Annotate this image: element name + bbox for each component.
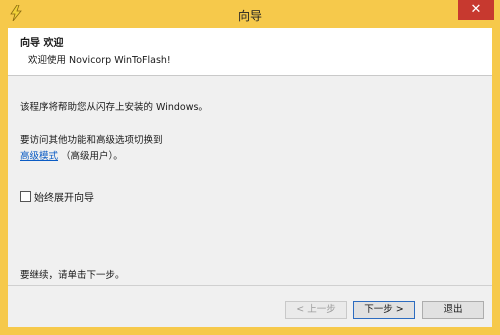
- advanced-mode-text: 要访问其他功能和高级选项切换到: [20, 135, 163, 146]
- always-expand-checkbox-row[interactable]: 始终展开向导: [20, 189, 94, 204]
- close-button[interactable]: ✕: [458, 0, 494, 20]
- continue-text: 要继续，请单击下一步。: [20, 270, 125, 281]
- title-bar[interactable]: 向导 ✕: [0, 0, 500, 28]
- next-button[interactable]: 下一步 >: [353, 301, 415, 319]
- wizard-window: 向导 ✕ 向导 欢迎 欢迎使用 Novicorp WinToFlash! 该程序…: [0, 0, 500, 335]
- window-title: 向导: [237, 9, 262, 23]
- wizard-header: 向导 欢迎 欢迎使用 Novicorp WinToFlash!: [8, 28, 492, 76]
- advanced-mode-link[interactable]: 高级模式: [20, 151, 58, 162]
- always-expand-checkbox[interactable]: [20, 191, 31, 202]
- exit-button[interactable]: 退出: [422, 301, 484, 319]
- page-subtitle: 欢迎使用 Novicorp WinToFlash!: [28, 55, 171, 66]
- advanced-mode-line: 高级模式 （高级用户）。: [20, 148, 123, 162]
- footer-divider: [8, 285, 492, 286]
- always-expand-label[interactable]: 始终展开向导: [34, 193, 94, 204]
- advanced-mode-suffix: （高级用户）。: [61, 151, 123, 162]
- page-title: 向导 欢迎: [20, 38, 64, 49]
- wizard-client-area: 向导 欢迎 欢迎使用 Novicorp WinToFlash! 该程序将帮助您从…: [8, 28, 492, 327]
- intro-text: 该程序将帮助您从闪存上安装的 Windows。: [20, 102, 208, 113]
- back-button[interactable]: < 上一步: [285, 301, 347, 319]
